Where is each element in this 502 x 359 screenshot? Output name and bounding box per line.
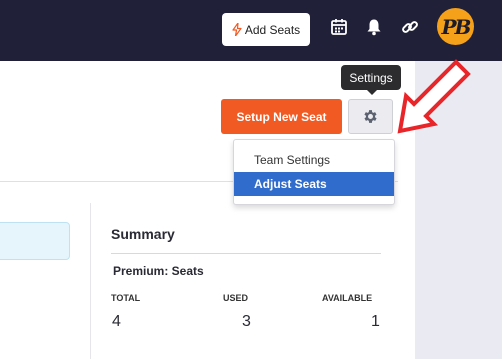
stat-label-used: USED [223,293,249,303]
stat-value-available: 1 [371,313,380,330]
menu-item-adjust-seats[interactable]: Adjust Seats [234,172,394,196]
menu-item-team-settings[interactable]: Team Settings [234,148,394,172]
pointer-arrow-annotation [397,59,471,134]
bolt-icon [232,23,242,36]
summary-title: Summary [111,226,175,242]
settings-tooltip: Settings [341,65,401,95]
calendar-icon[interactable] [330,18,348,36]
add-seats-button[interactable]: Add Seats [222,13,310,46]
bell-icon[interactable] [365,18,383,36]
stat-value-used: 3 [242,313,251,330]
stat-value-total: 4 [112,313,121,330]
avatar-initials: PB [441,14,472,39]
settings-dropdown-menu: Team Settings Adjust Seats [233,139,395,205]
column-divider [90,203,91,359]
stat-label-total: TOTAL [111,293,141,303]
top-navigation-bar: Add Seats PB [0,0,502,61]
link-icon[interactable] [401,18,419,36]
add-seats-label: Add Seats [244,22,301,37]
summary-divider [111,253,381,254]
setup-new-seat-button[interactable]: Setup New Seat [221,99,342,134]
plan-label: Premium: Seats [113,264,204,278]
user-avatar[interactable]: PB [437,8,474,45]
info-box [0,222,70,260]
stat-label-available: AVAILABLE [322,293,373,303]
settings-button[interactable] [348,99,393,134]
gear-icon [364,110,377,123]
